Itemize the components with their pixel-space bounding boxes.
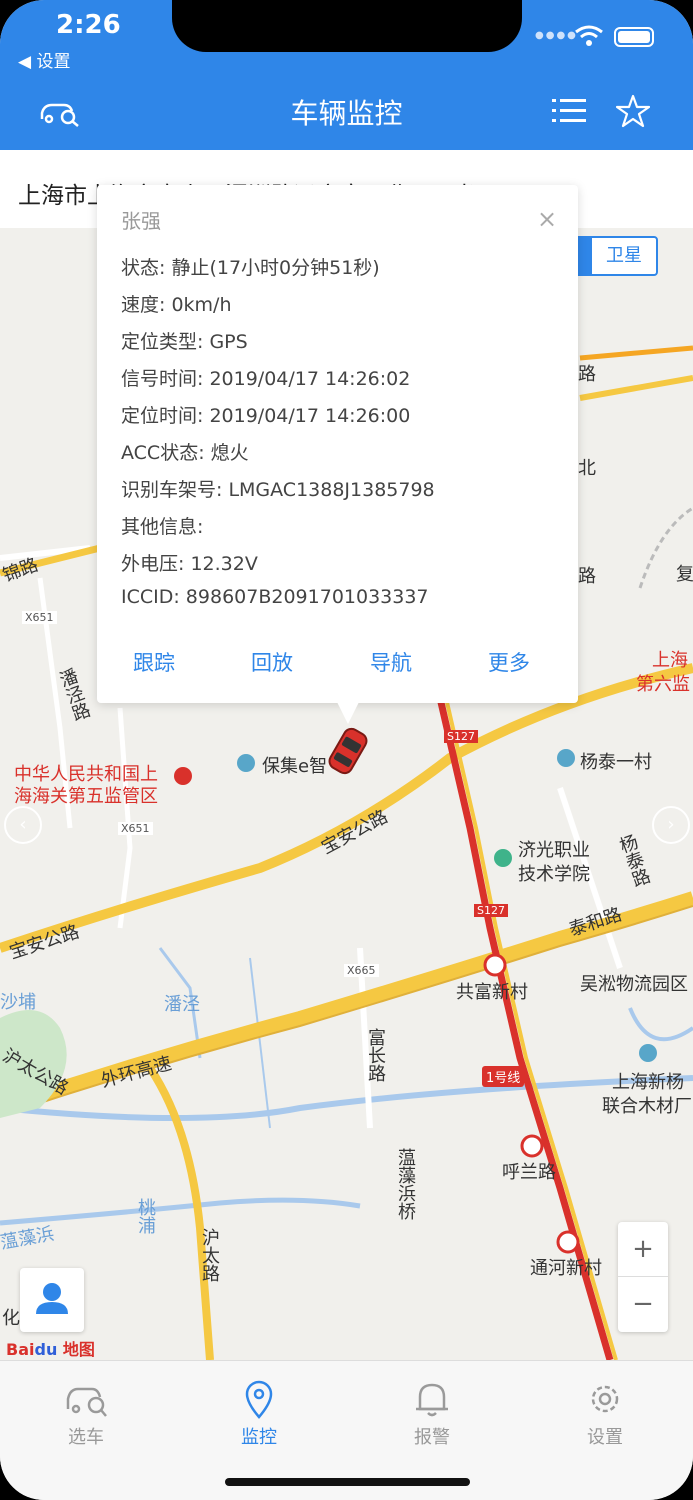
map-label-tonghe: 通河新村 — [530, 1258, 602, 1279]
map-label-jiguang-1: 济光职业 — [518, 840, 590, 861]
location-type-row: 定位类型: GPS — [121, 331, 248, 353]
map-label-panjing-river: 潘泾 — [164, 994, 200, 1015]
popup-actions: 跟踪 回放 导航 更多 — [97, 613, 578, 703]
more-button[interactable]: 更多 — [488, 647, 530, 677]
map-label-lu-right2: 北 — [578, 458, 596, 479]
map-label-line1: 1号线 — [482, 1066, 525, 1087]
map-label-shanghai-6-2: 第六监 — [636, 674, 690, 695]
baidu-logo-text-1: Bai — [6, 1340, 35, 1359]
signal-time-row: 信号时间: 2019/04/17 14:26:02 — [121, 368, 411, 390]
map-label-xinyang-1: 上海新杨 — [612, 1072, 684, 1093]
baidu-logo-text-3: 地图 — [62, 1340, 95, 1359]
back-label: 设置 — [36, 52, 71, 72]
person-icon — [36, 1283, 68, 1314]
map-label-customs-2: 海海关第五监管区 — [14, 786, 158, 807]
wifi-icon — [575, 25, 603, 46]
tab-label-settings: 设置 — [587, 1427, 623, 1448]
tab-label-alarm: 报警 — [414, 1427, 450, 1448]
tab-alarm[interactable]: 报警 — [382, 1379, 482, 1449]
locate-user-button[interactable] — [20, 1268, 84, 1332]
map-label-hutai-road: 沪太路 — [199, 1228, 220, 1282]
satellite-mode-button[interactable]: 卫星 — [592, 238, 656, 274]
map-label-s127a: S127 — [444, 730, 478, 743]
track-button[interactable]: 跟踪 — [133, 647, 175, 677]
map-label-yangtai: 杨泰一村 — [580, 752, 652, 773]
map-label-gongfu: 共富新村 — [456, 982, 528, 1003]
gear-icon — [591, 1385, 619, 1413]
page-title: 车辆监控 — [290, 97, 403, 130]
tab-label-select-car: 选车 — [68, 1427, 104, 1448]
device-notch — [172, 0, 522, 52]
map-label-x651a: X651 — [22, 611, 57, 624]
map-label-x665: X665 — [344, 964, 379, 977]
list-icon[interactable] — [552, 97, 586, 125]
other-info-row: 其他信息: — [121, 516, 204, 538]
map-label-lu-right3: 路 — [578, 566, 596, 587]
bell-icon — [416, 1383, 448, 1417]
location-time-row: 定位时间: 2019/04/17 14:26:00 — [121, 405, 411, 427]
baidu-logo-text-2: du — [34, 1340, 58, 1359]
map-label-taopu: 桃浦 — [135, 1198, 156, 1234]
next-arrow-icon[interactable]: › — [652, 806, 690, 844]
back-to-settings-link[interactable]: ◀ 设置 — [18, 47, 70, 72]
baidu-logo: Baidu 地图 — [6, 1336, 95, 1360]
speed-row: 速度: 0km/h — [121, 294, 232, 316]
car-icon — [66, 1387, 107, 1417]
map-label-yunzao-bridge: 蕰藻浜桥 — [395, 1148, 416, 1220]
navigate-button[interactable]: 导航 — [370, 647, 412, 677]
signal-icon: ●●●● — [535, 30, 578, 41]
zoom-in-button[interactable]: + — [618, 1222, 668, 1277]
map-label-lu-right1: 路 — [578, 364, 596, 385]
map-label-hua: 化 — [2, 1308, 20, 1329]
acc-status-row: ACC状态: 熄火 — [121, 442, 249, 464]
map-label-x651b: X651 — [118, 822, 153, 835]
tab-select-car[interactable]: 选车 — [36, 1379, 136, 1449]
map-label-fu: 复 — [676, 564, 693, 585]
playback-button[interactable]: 回放 — [251, 647, 293, 677]
home-indicator[interactable] — [225, 1478, 470, 1486]
driver-name: 张强 — [121, 209, 161, 233]
zoom-out-button[interactable]: − — [618, 1277, 668, 1332]
map-label-xinyang-2: 联合木材厂 — [602, 1096, 692, 1117]
iccid-row: ICCID: 898607B2091701033337 — [121, 586, 429, 608]
vehicle-info-popup: 张强 × 状态: 静止(17小时0分钟51秒) 速度: 0km/h 定位类型: … — [97, 185, 578, 703]
star-icon[interactable] — [616, 94, 650, 128]
prev-arrow-icon[interactable]: ‹ — [4, 806, 42, 844]
battery-icon — [614, 27, 654, 47]
tab-settings[interactable]: 设置 — [555, 1379, 655, 1449]
close-icon[interactable]: × — [537, 205, 557, 233]
phone-screen: 2:26 ◀ 设置 ●●●● 车辆监控 中华人民共和国上 海海关第五监管区 保集… — [0, 0, 693, 1500]
popup-pointer — [336, 700, 360, 724]
map-label-s127b: S127 — [474, 904, 508, 917]
map-label-wusong: 吴淞物流园区 — [580, 974, 688, 995]
map-label-hulan: 呼兰路 — [502, 1162, 556, 1183]
tab-label-monitor: 监控 — [241, 1427, 277, 1448]
tab-monitor[interactable]: 监控 — [209, 1379, 309, 1449]
vin-row: 识别车架号: LMGAC1388J1385798 — [121, 479, 435, 501]
map-label-shanghai-6-1: 上海 — [652, 650, 688, 671]
voltage-row: 外电压: 12.32V — [121, 553, 258, 575]
map-label-jiguang-2: 技术学院 — [518, 864, 590, 885]
zoom-control: + − — [618, 1222, 668, 1332]
map-label-fuchang: 富长路 — [365, 1028, 386, 1082]
status-row: 状态: 静止(17小时0分钟51秒) — [121, 257, 380, 279]
status-time: 2:26 — [56, 10, 121, 40]
map-label-shapu: 沙埔 — [0, 992, 36, 1013]
map-label-baoji: 保集e智 — [262, 756, 328, 777]
location-pin-icon — [245, 1380, 273, 1419]
